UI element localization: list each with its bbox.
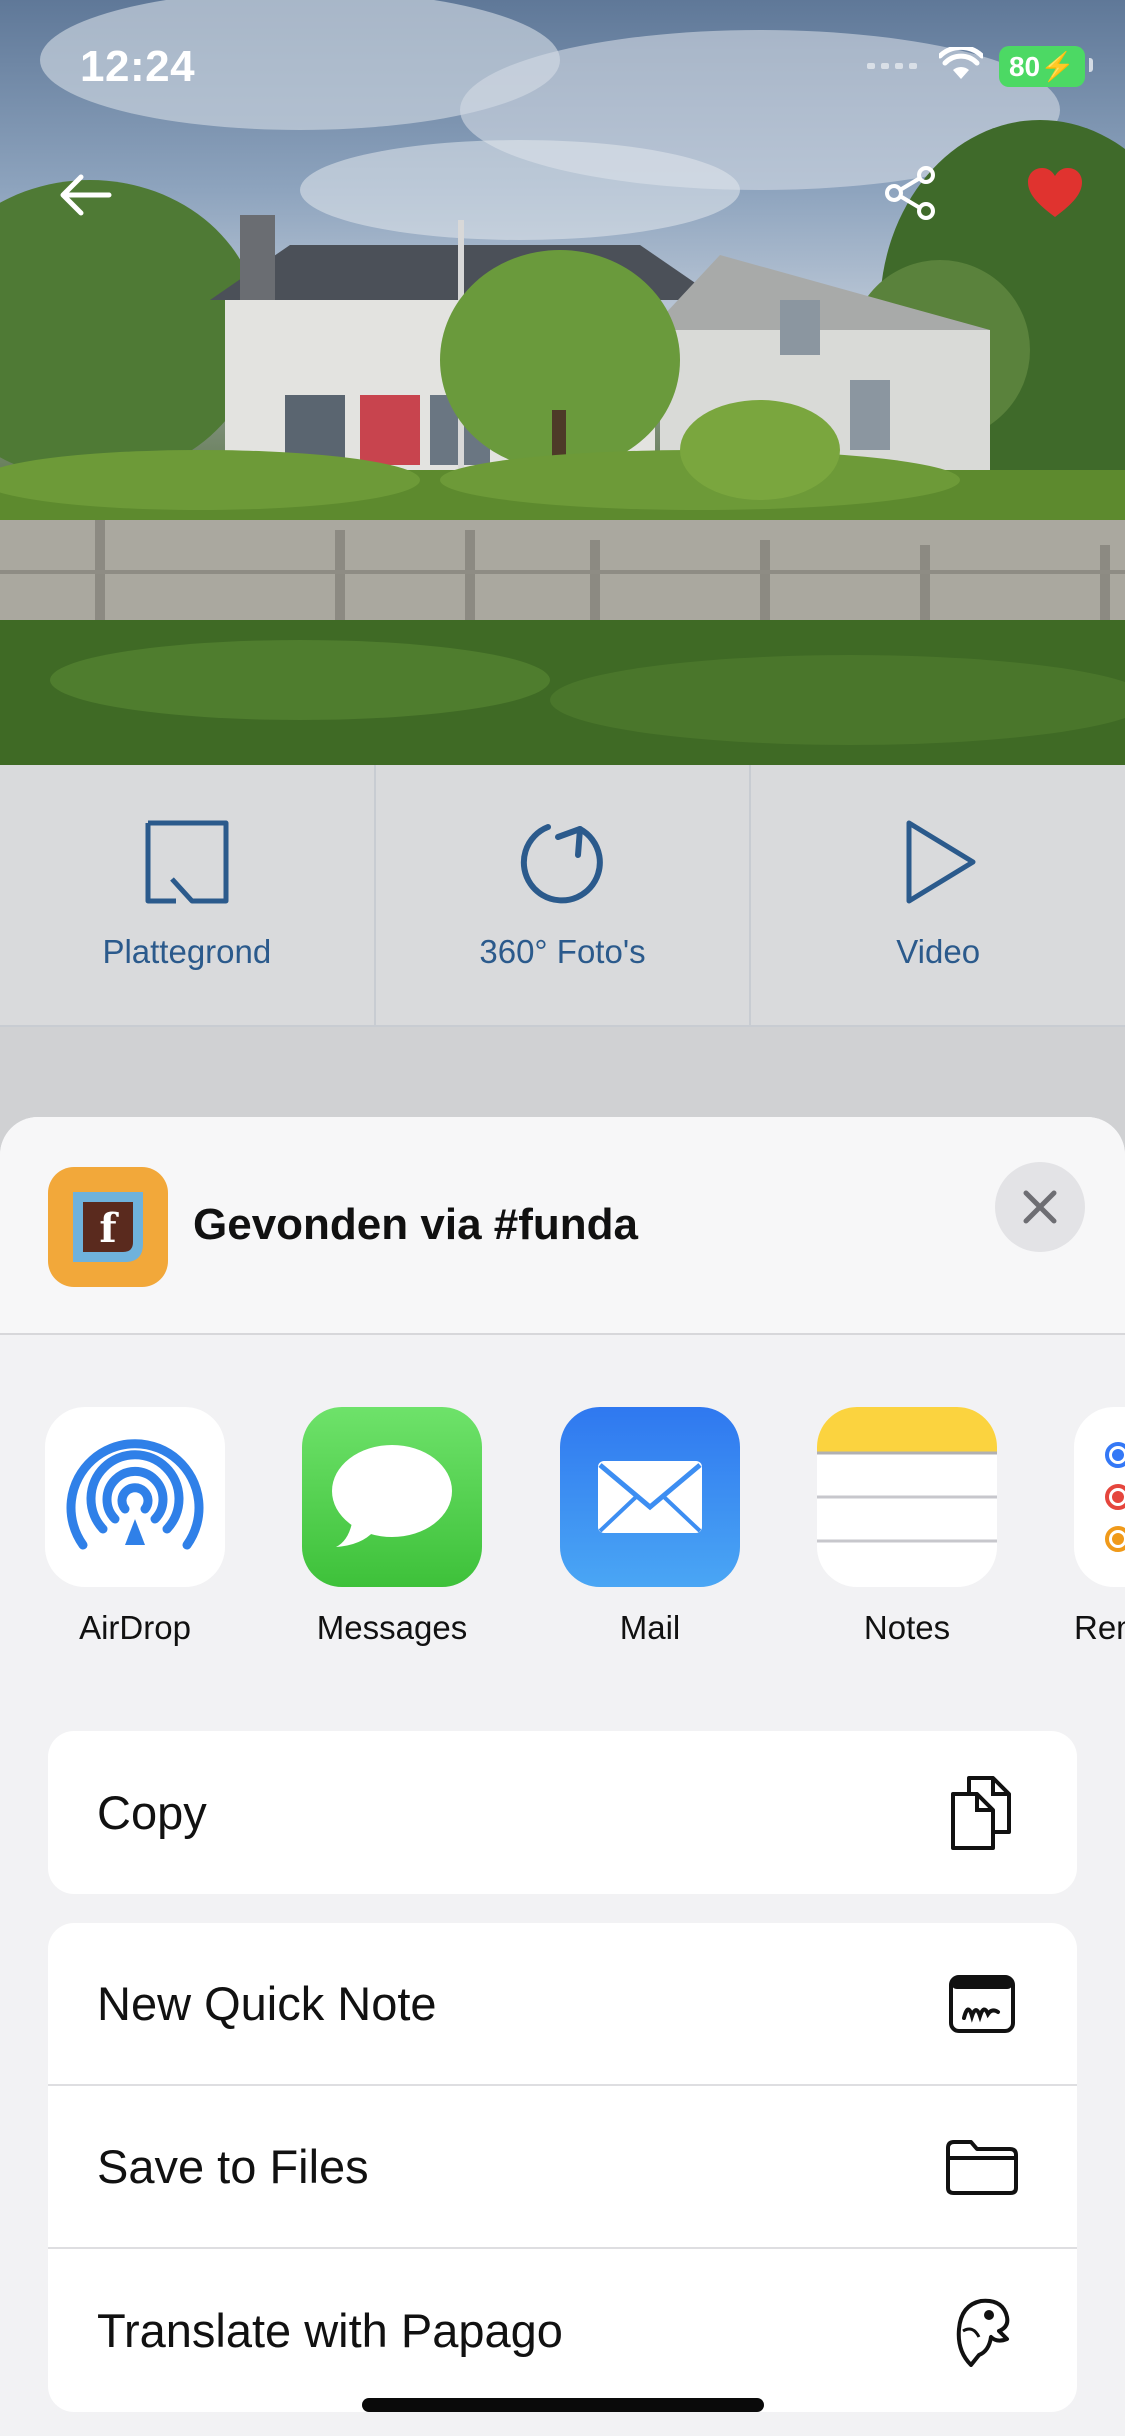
app-label: Rem [1074, 1609, 1125, 1646]
share-sheet-header: f Gevonden via #funda [0, 1117, 1125, 1335]
action-label: Copy [97, 1786, 207, 1839]
copy-icon [942, 1773, 1022, 1853]
floorplan-icon [145, 820, 229, 904]
action-label: New Quick Note [97, 1977, 437, 2030]
share-app-messages[interactable]: Messages [302, 1407, 482, 1647]
tab-label: Plattegrond [102, 933, 272, 970]
funda-app-icon: f [48, 1167, 168, 1287]
app-label: AirDrop [79, 1609, 191, 1646]
action-new-quick-note[interactable]: New Quick Note [48, 1923, 1077, 2086]
media-tabs: Plattegrond 360° Foto's Video [0, 765, 1125, 1027]
tab-label: 360° Foto's [479, 933, 646, 970]
wifi-icon [937, 44, 985, 86]
battery-level: 80 [1008, 51, 1041, 82]
share-button[interactable] [875, 158, 945, 228]
share-app-notes[interactable]: Notes [817, 1407, 997, 1647]
folder-icon [942, 2127, 1022, 2207]
home-indicator[interactable] [362, 2398, 764, 2412]
mail-icon [560, 1407, 740, 1587]
status-bar: 12:24 80⚡ [0, 0, 1125, 135]
tab-floorplan[interactable]: Plattegrond [0, 765, 376, 1025]
close-icon [1023, 1190, 1057, 1224]
app-label: Messages [316, 1609, 468, 1646]
action-label: Save to Files [97, 2140, 369, 2193]
status-time: 12:24 [80, 42, 196, 91]
favorite-button[interactable] [1020, 158, 1090, 228]
action-save-to-files[interactable]: Save to Files [48, 2086, 1077, 2249]
reminders-icon [1074, 1407, 1125, 1587]
messages-icon [302, 1407, 482, 1587]
share-icon [885, 166, 935, 220]
action-group-primary: Copy [48, 1731, 1077, 1894]
tab-360-photos[interactable]: 360° Foto's [376, 765, 752, 1025]
share-app-reminders[interactable]: Rem [1074, 1407, 1125, 1647]
airdrop-icon [45, 1407, 225, 1587]
action-copy[interactable]: Copy [48, 1731, 1077, 1894]
battery-indicator: 80⚡ [998, 46, 1094, 87]
status-indicators: 80⚡ [866, 44, 1094, 87]
share-app-airdrop[interactable]: AirDrop [45, 1407, 225, 1647]
share-apps-row: AirDrop Messages Mail Notes Rem [0, 1407, 1125, 1657]
rotate-360-icon [520, 824, 603, 904]
notes-icon [817, 1407, 997, 1587]
action-label: Translate with Papago [97, 2304, 563, 2357]
action-translate-papago[interactable]: Translate with Papago [48, 2249, 1077, 2412]
charging-icon: ⚡ [1040, 51, 1075, 82]
app-label: Mail [619, 1609, 681, 1646]
action-group-secondary: New Quick Note Save to Files Translate w… [48, 1923, 1077, 2412]
svg-text:f: f [99, 1205, 119, 1252]
quick-note-icon [942, 1964, 1022, 2044]
share-sheet: f Gevonden via #funda AirDrop Messages M… [0, 1117, 1125, 2436]
app-label: Notes [863, 1609, 951, 1646]
tab-video[interactable]: Video [751, 765, 1125, 1025]
signal-icon [866, 58, 923, 76]
papago-icon [942, 2291, 1022, 2371]
heart-icon [1028, 168, 1082, 217]
play-icon [906, 820, 976, 904]
tab-label: Video [896, 933, 981, 970]
back-button[interactable] [50, 160, 120, 230]
close-button[interactable] [995, 1162, 1085, 1252]
arrow-left-icon [60, 174, 112, 216]
share-sheet-title: Gevonden via #funda [193, 1200, 638, 1249]
share-app-mail[interactable]: Mail [560, 1407, 740, 1647]
